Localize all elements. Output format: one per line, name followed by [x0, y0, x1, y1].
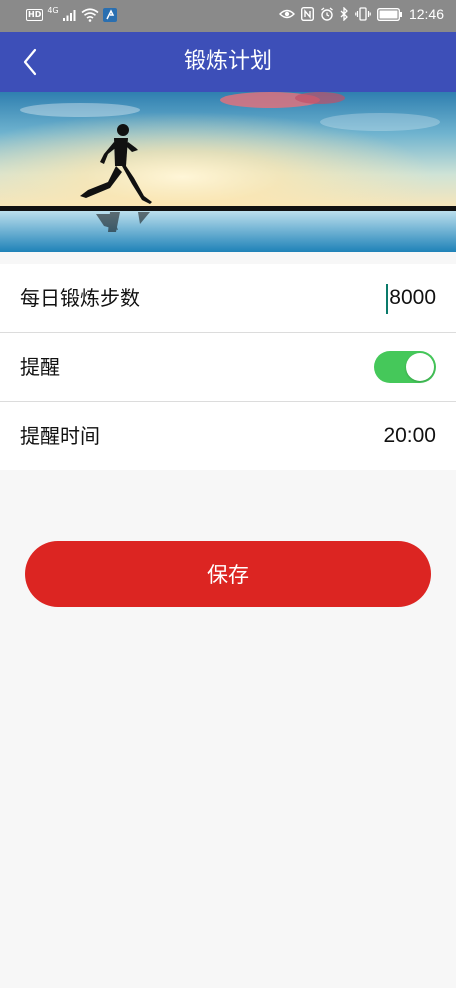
reminder-time-label: 提醒时间 [20, 424, 100, 448]
status-left: HD 4G [26, 6, 117, 22]
settings-list: 每日锻炼步数 提醒 提醒时间 20:00 [0, 264, 456, 470]
signal-icon [62, 10, 76, 21]
status-right: 12:46 [278, 6, 444, 22]
toggle-knob [406, 353, 434, 381]
reminder-row: 提醒 [0, 333, 456, 402]
reminder-time-row[interactable]: 提醒时间 20:00 [0, 402, 456, 470]
status-bar: HD 4G 12:46 [0, 0, 456, 32]
runner-sunset-illustration [0, 92, 456, 252]
bluetooth-icon [340, 7, 348, 21]
vibrate-icon [355, 7, 371, 21]
page-title: 锻炼计划 [183, 49, 272, 74]
daily-steps-input[interactable] [376, 284, 436, 312]
app-notification-icon [102, 8, 117, 22]
daily-steps-label: 每日锻炼步数 [20, 286, 140, 310]
nav-bar: 锻炼计划 [0, 32, 456, 92]
save-button[interactable]: 保存 [25, 541, 431, 607]
network-type: 4G [47, 6, 59, 15]
battery-icon [376, 7, 402, 21]
eye-icon [278, 9, 295, 19]
nfc-icon [300, 7, 314, 21]
daily-steps-row: 每日锻炼步数 [0, 264, 456, 333]
reminder-label: 提醒 [20, 355, 60, 379]
banner-image [0, 92, 456, 252]
reminder-toggle[interactable] [374, 351, 436, 383]
status-time: 12:46 [408, 6, 444, 22]
wifi-icon [81, 8, 99, 22]
reminder-time-value[interactable]: 20:00 [383, 402, 436, 470]
hd-badge: HD [26, 9, 44, 21]
alarm-icon [321, 7, 333, 21]
